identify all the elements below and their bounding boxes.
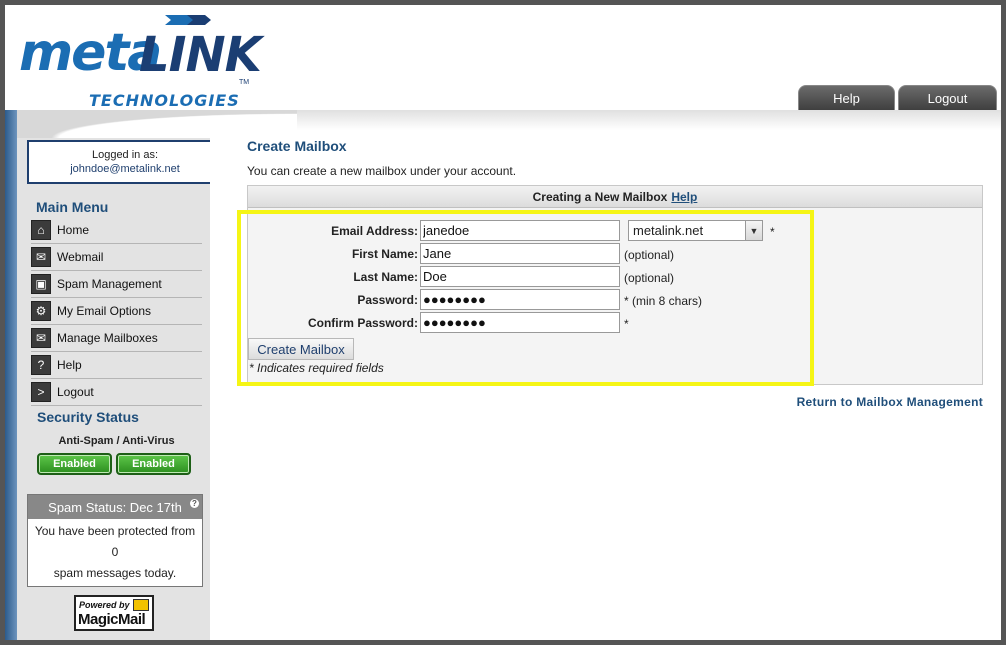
security-status-subtitle: Anti-Spam / Anti-Virus [58,435,175,447]
panel-help-link[interactable]: Help [671,190,697,204]
panel-header: Creating a New Mailbox Help [248,186,982,208]
tab-help[interactable]: Help [798,85,895,110]
left-edge-decoration [5,110,17,640]
spam-status-line2: spam messages today. [53,566,177,580]
envelope-icon: ✉ [31,247,51,267]
page-title: Create Mailbox [247,138,347,154]
antivirus-enabled-badge[interactable]: Enabled [116,453,191,475]
spam-status-line1: You have been protected from [34,524,196,538]
powered-by-label: Powered by [79,600,130,610]
menu-item-email-options[interactable]: ⚙ My Email Options [31,298,202,325]
metalink-logo: meta LINK TM TECHNOLOGIES [17,13,267,110]
logo-arrow-icon [165,15,211,25]
return-to-mailbox-management-link[interactable]: Return to Mailbox Management [797,395,983,409]
lock-icon: ▣ [31,274,51,294]
security-badges: Enabled Enabled [37,453,191,475]
logo-text-link: LINK [139,27,262,83]
spam-count: 0 [111,545,119,559]
menu-item-label: Spam Management [57,277,162,291]
spam-status-box: Spam Status: Dec 17th ? You have been pr… [27,494,203,587]
security-status-title: Security Status [37,409,139,425]
menu-item-logout[interactable]: > Logout [31,379,202,406]
page-description: You can create a new mailbox under your … [247,164,517,178]
envelope-icon [133,599,149,611]
top-nav: Help Logout [798,85,997,110]
logged-in-box: Logged in as: johndoe@metalink.net [27,140,223,184]
menu-item-help[interactable]: ? Help [31,352,202,379]
menu-item-manage-mailboxes[interactable]: ✉ Manage Mailboxes [31,325,202,352]
main-menu-title: Main Menu [36,199,109,215]
panel-title: Creating a New Mailbox [532,189,668,204]
arrow-right-icon: > [31,382,51,402]
antispam-enabled-badge[interactable]: Enabled [37,453,112,475]
menu-item-label: Manage Mailboxes [57,331,158,345]
mailbox-icon: ✉ [31,328,51,348]
spam-status-title: Spam Status: Dec 17th [48,499,182,515]
logged-in-label: Logged in as: [91,149,159,161]
user-email: johndoe@metalink.net [70,163,180,175]
home-icon: ⌂ [31,220,51,240]
highlight-box [237,210,814,386]
menu-item-webmail[interactable]: ✉ Webmail [31,244,202,271]
info-icon[interactable]: ? [190,499,199,508]
spam-status-body: You have been protected from 0 spam mess… [28,519,202,584]
menu-item-label: Webmail [57,250,104,264]
logo-trademark: TM [239,79,250,86]
menu-item-label: My Email Options [57,304,152,318]
main-menu: ⌂ Home ✉ Webmail ▣ Spam Management ⚙ My … [31,217,202,406]
menu-item-label: Logout [57,385,94,399]
header: meta LINK TM TECHNOLOGIES Help Logout [5,5,1001,110]
magicmail-brand: MagicMail [78,611,146,628]
question-icon: ? [31,355,51,375]
menu-item-spam-management[interactable]: ▣ Spam Management [31,271,202,298]
menu-item-home[interactable]: ⌂ Home [31,217,202,244]
menu-item-label: Help [57,358,82,372]
logo-subtitle: TECHNOLOGIES [89,91,240,110]
menu-item-label: Home [57,223,90,237]
magicmail-logo[interactable]: Powered by MagicMail [74,595,154,631]
tab-logout[interactable]: Logout [898,85,997,110]
gear-icon: ⚙ [31,301,51,321]
spam-status-header: Spam Status: Dec 17th ? [28,495,202,519]
